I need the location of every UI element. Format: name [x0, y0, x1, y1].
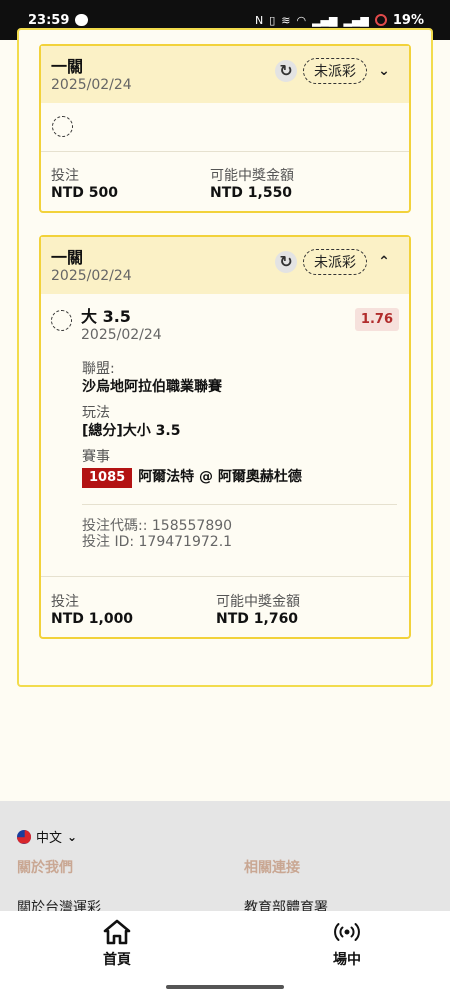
- nav-label: 首頁: [103, 952, 131, 968]
- language-selector[interactable]: 中文 ⌄: [17, 827, 77, 846]
- signal-icon: ▂▄▆: [312, 13, 338, 27]
- loading-spinner-icon: [52, 116, 73, 137]
- links-heading: 相關連接: [244, 860, 300, 876]
- league-name: 沙烏地阿拉伯職業聯賽: [82, 379, 222, 395]
- stake-label: 投注: [51, 594, 79, 610]
- wifi-icon: ◠: [296, 13, 307, 27]
- event-id-badge: 1085: [82, 468, 133, 488]
- market-name: [總分]大小 3.5: [82, 423, 181, 439]
- site-footer: 中文 ⌄ 關於我們 相關連接 關於台灣運彩 教育部體育署: [0, 801, 450, 916]
- bet-date: 2025/02/24: [51, 76, 132, 93]
- event-name: 阿爾法特 @ 阿爾奧赫杜德: [138, 469, 302, 485]
- selection-name: 大 3.5: [81, 307, 131, 326]
- gesture-bar[interactable]: [166, 985, 284, 989]
- payout-amount: NTD 1,760: [216, 611, 299, 627]
- chevron-up-icon[interactable]: ⌃: [373, 254, 395, 270]
- payout-label: 可能中獎金額: [210, 168, 294, 184]
- bet-code: 投注代碼:: 158557890: [82, 518, 233, 534]
- odds-badge: 1.76: [354, 308, 399, 331]
- status-badge: 未派彩: [303, 249, 367, 275]
- chevron-down-icon: ⌄: [67, 829, 78, 844]
- refresh-icon[interactable]: ↻: [275, 60, 297, 82]
- vibrate-icon: ▯: [269, 13, 276, 27]
- nfc-icon: N: [254, 13, 264, 27]
- bet-card-header[interactable]: 一關 2025/02/24 ↻ 未派彩 ⌄: [41, 46, 409, 103]
- market-label: 玩法: [82, 405, 110, 421]
- nav-label: 場中: [333, 952, 361, 968]
- status-badge: 未派彩: [303, 58, 367, 84]
- battery-icon: [374, 14, 387, 26]
- bottom-nav: 首頁 場中: [0, 911, 450, 1000]
- chat-icon: [75, 14, 89, 26]
- taiwan-flag-icon: [17, 829, 31, 844]
- refresh-icon[interactable]: ↻: [275, 251, 297, 273]
- home-icon: [103, 919, 131, 945]
- bet-date: 2025/02/24: [51, 267, 132, 284]
- bet-id: 投注 ID: 179471972.1: [82, 534, 233, 550]
- bet-selection: 大 3.5 2025/02/24 1.76 聯盟: 沙烏地阿拉伯職業聯賽 玩法 …: [41, 294, 409, 576]
- payout-amount: NTD 1,550: [210, 185, 293, 201]
- status-time: 23:59: [28, 12, 70, 28]
- selection-date: 2025/02/24: [81, 327, 162, 343]
- battery-level: 19%: [392, 12, 424, 28]
- loading-spinner-icon: [51, 310, 72, 331]
- payout-label: 可能中獎金額: [216, 594, 300, 610]
- bet-card-header[interactable]: 一關 2025/02/24 ↻ 未派彩 ⌃: [41, 237, 409, 294]
- bet-totals: 投注 NTD 500 可能中獎金額 NTD 1,550: [41, 151, 409, 211]
- bet-type: 一關: [51, 247, 84, 267]
- live-broadcast-icon: [334, 923, 360, 941]
- about-heading: 關於我們: [17, 860, 73, 876]
- signal-icon: ▂▄▆: [343, 13, 369, 27]
- bet-card: 一關 2025/02/24 ↻ 未派彩 ⌄ 投注 NTD 500 可能中獎金額 …: [39, 44, 411, 213]
- league-label: 聯盟:: [82, 361, 115, 377]
- bet-type: 一關: [51, 56, 84, 76]
- stake-amount: NTD 1,000: [51, 611, 134, 627]
- nav-live[interactable]: 場中: [302, 919, 392, 969]
- bet-card: 一關 2025/02/24 ↻ 未派彩 ⌃ 大 3.5 2025/02/24 1…: [39, 235, 411, 639]
- language-label: 中文: [36, 831, 63, 846]
- stake-amount: NTD 500: [51, 185, 118, 201]
- bet-totals: 投注 NTD 1,000 可能中獎金額 NTD 1,760: [41, 576, 409, 637]
- volte-icon: ≋: [281, 13, 291, 27]
- nav-home[interactable]: 首頁: [72, 919, 162, 969]
- stake-label: 投注: [51, 168, 79, 184]
- divider: [82, 504, 397, 505]
- event-label: 賽事: [82, 449, 110, 465]
- chevron-down-icon[interactable]: ⌄: [373, 63, 395, 79]
